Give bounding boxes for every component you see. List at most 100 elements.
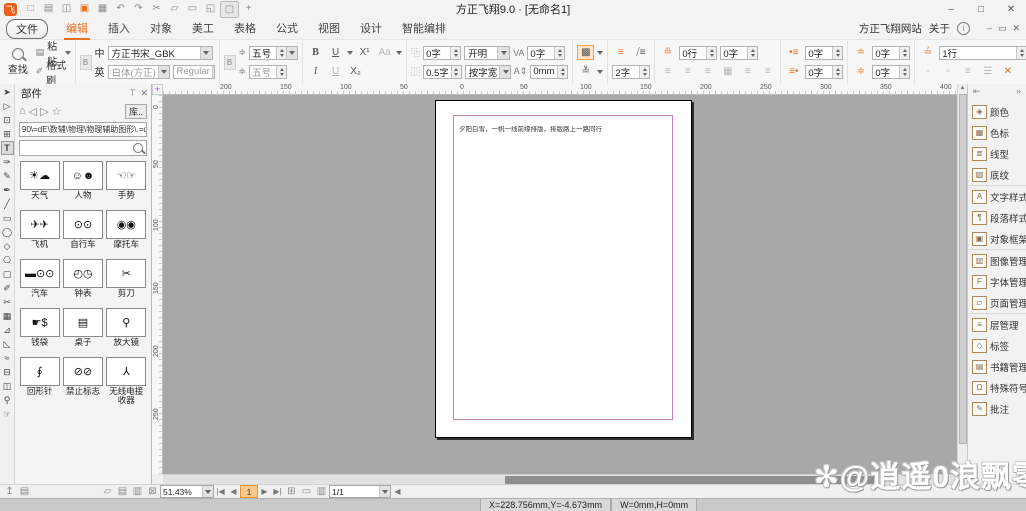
fit-mode-select[interactable]: 按字宽 [465, 65, 511, 79]
part-item[interactable]: ☜☞ 手势 [106, 161, 147, 209]
indent-right-spinner[interactable]: 0字 [805, 65, 843, 79]
zoom-tool[interactable]: ⚲ [1, 393, 14, 407]
library-path-field[interactable]: 90\=dE\数辅\物理\物理辅助图形\.=dE [19, 122, 147, 137]
ribbon-tab[interactable]: 编辑 [56, 17, 98, 40]
ribbon-tab[interactable]: 公式 [266, 17, 308, 40]
superscript-button[interactable]: X¹ [356, 45, 373, 60]
scroll-up-icon[interactable]: ▲ [958, 85, 967, 91]
part-item[interactable]: ⊘⊘ 禁止标志 [62, 357, 103, 405]
dock-panel-item[interactable]: A 文字样式 [968, 185, 1026, 207]
scissors-tool[interactable]: ✂ [1, 295, 14, 309]
home-icon[interactable]: ⌂ [19, 105, 26, 117]
italic-button[interactable]: I [307, 64, 324, 79]
ribbon-tab[interactable]: 智能编排 [392, 17, 456, 40]
part-item[interactable]: ▤ 桌子 [62, 308, 103, 356]
space-before-spinner[interactable]: 0行 [679, 46, 717, 60]
page-text[interactable]: 夕阳白雪，一帆一线前缘排版，排版路上一路同行 [459, 126, 609, 134]
ellipse-tool[interactable]: ◯ [1, 225, 14, 239]
first-indent-spinner[interactable]: 2字 [612, 65, 650, 79]
pin-tool[interactable]: ✑ [1, 155, 14, 169]
parts-search-input[interactable] [19, 140, 147, 156]
kerning-spinner[interactable]: 0字 [423, 46, 461, 60]
case-button[interactable]: Aa [376, 45, 393, 60]
dock-panel-item[interactable]: ▨ 底纹 [968, 164, 1026, 185]
en-size-spinner[interactable]: 五号 [249, 65, 287, 79]
clear-format-icon[interactable]: ✕ [999, 64, 1016, 79]
gradient-tool[interactable]: ▦ [1, 309, 14, 323]
ribbon-tab[interactable]: 视图 [308, 17, 350, 40]
first-page-button[interactable]: |◀ [214, 487, 227, 496]
part-item[interactable]: ✂ 剪刀 [106, 259, 147, 307]
dock-panel-item[interactable]: ≣ 线型 [968, 143, 1026, 164]
minimize-button[interactable]: – [936, 1, 966, 18]
polygon-tool[interactable]: ⎔ [1, 253, 14, 267]
part-item[interactable]: ⊙⊙ 自行车 [62, 210, 103, 258]
save-icon[interactable]: ◫ [58, 1, 75, 16]
prev-page-button[interactable]: ◀ [227, 487, 240, 496]
pencil-tool[interactable]: ✎ [1, 169, 14, 183]
dock-panel-item[interactable]: ▤ 书籍管理 [968, 356, 1026, 377]
part-item[interactable]: ☺☻ 人物 [62, 161, 103, 209]
spread-view-icon[interactable]: ▭ [299, 486, 314, 497]
load-library-icon[interactable]: ↥ [2, 486, 17, 497]
warp-tool[interactable]: ≈ [1, 351, 14, 365]
crop-tool[interactable]: ⊡ [1, 113, 14, 127]
page-range-select[interactable]: 1/1 [329, 485, 391, 498]
rounded-rect-tool[interactable]: ▢ [1, 267, 14, 281]
dock-panel-item[interactable]: ◇ 标签 [968, 335, 1026, 356]
export-image-icon[interactable]: ▦ [94, 1, 111, 16]
underline-button[interactable]: U [327, 45, 344, 60]
doc-minimize-button[interactable]: – [987, 23, 992, 34]
cn-size-spinner[interactable]: 五号 [249, 46, 298, 60]
indent-right-icon[interactable]: ⧸≡ [632, 45, 649, 60]
close-icon[interactable]: ✕ [140, 88, 148, 99]
star-icon[interactable]: ☆ [52, 105, 62, 118]
doc-restore-button[interactable]: ▭ [998, 23, 1007, 34]
align-right-icon[interactable]: ≡ [699, 64, 716, 79]
cut-icon[interactable]: ✂ [148, 1, 165, 16]
copy-icon[interactable]: ▱ [166, 1, 183, 16]
vertical-scrollbar[interactable]: ▲ ▼ [957, 84, 967, 484]
app-logo-icon[interactable]: 飞 [4, 3, 17, 16]
vertical-scroll-thumb[interactable] [959, 94, 967, 444]
baseline-spinner[interactable]: 0mm [530, 65, 568, 79]
ribbon-tab[interactable]: 表格 [224, 17, 266, 40]
underline-deco-button[interactable]: ≚ [577, 64, 594, 79]
grid-option2-icon[interactable]: ▫ [939, 64, 956, 79]
frame-tool[interactable]: ⊞ [1, 127, 14, 141]
ribbon-tab[interactable]: 设计 [350, 17, 392, 40]
distribute-icon[interactable]: ≡ [759, 64, 776, 79]
open-file-icon[interactable]: ▤ [40, 1, 57, 16]
about-link[interactable]: 关于 [929, 21, 950, 36]
dock-panel-item[interactable]: Ω 特殊符号 [968, 377, 1026, 398]
last-page-button[interactable]: ▶| [271, 487, 284, 496]
part-item[interactable]: ☀☁ 天气 [19, 161, 60, 209]
subscript-button[interactable]: X₂ [347, 64, 364, 79]
forward-icon[interactable]: ▷ [40, 105, 48, 118]
perspective-tool[interactable]: ◺ [1, 337, 14, 351]
dock-panel-item[interactable]: ▱ 页面管理 [968, 292, 1026, 313]
line-tool[interactable]: ╱ [1, 197, 14, 211]
undo-icon[interactable]: ↶ [112, 1, 129, 16]
en-style-select[interactable]: Regular [173, 65, 215, 79]
library-folder-icon[interactable]: ▤ [17, 486, 32, 497]
ribbon-tab[interactable]: 插入 [98, 17, 140, 40]
ruler-origin-box[interactable]: + [152, 84, 163, 95]
freehand-tool[interactable]: ✐ [1, 281, 14, 295]
info-icon[interactable]: i [957, 22, 970, 35]
maximize-button[interactable]: □ [966, 1, 996, 18]
kern-mode-select[interactable]: 开明 [464, 46, 510, 60]
paste-icon[interactable]: ▭ [184, 1, 201, 16]
en-font-select[interactable]: 白体(方正) [108, 65, 170, 79]
grid-option4-icon[interactable]: ☰ [979, 64, 996, 79]
dock-collapse-icon[interactable]: ⇤ [973, 86, 981, 99]
part-item[interactable]: ⅄ 无线电接收器 [106, 357, 147, 405]
snapshot-icon[interactable]: ◱ [202, 1, 219, 16]
dock-panel-item[interactable]: ¶ 段落样式 [968, 207, 1026, 228]
page-tool-icon[interactable]: ▥ [130, 486, 145, 497]
part-item[interactable]: ▬⊙⊙ 汽车 [19, 259, 60, 307]
pen-tool[interactable]: ✒ [1, 183, 14, 197]
find-button[interactable]: 查找 [4, 48, 32, 76]
page-tool-icon[interactable]: ▱ [100, 486, 115, 497]
add-page-icon[interactable]: ⊞ [284, 486, 299, 497]
